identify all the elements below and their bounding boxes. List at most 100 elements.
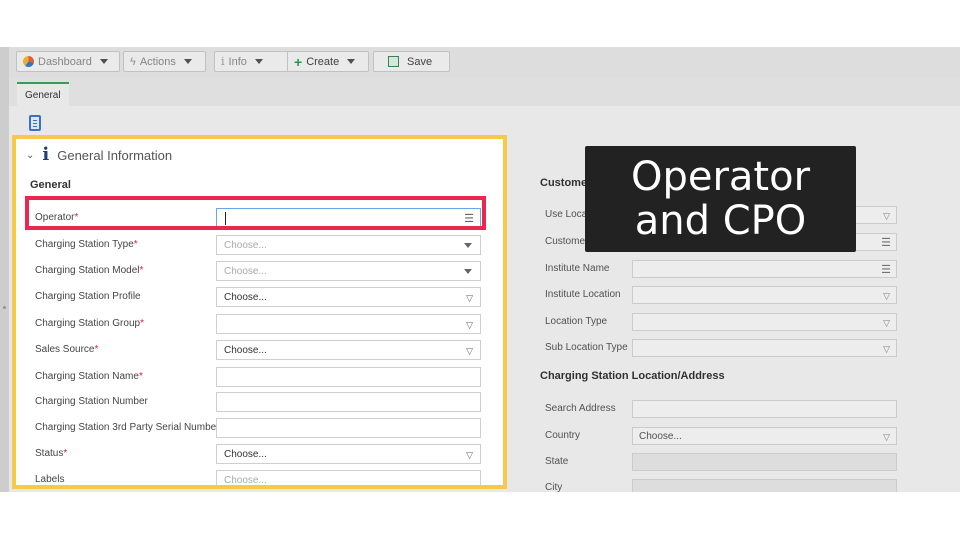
field-label: Country (545, 430, 581, 441)
field-label: Institute Name (545, 263, 610, 274)
form-row: State (545, 453, 897, 471)
section-header[interactable]: ⌄ i General Information (26, 144, 173, 165)
form-row: Charging Station Number (35, 392, 495, 412)
tab-general[interactable]: General (17, 82, 69, 106)
field-label: Location Type (545, 316, 608, 327)
form-row: Charging Station Profile Choose... ▽ (35, 287, 495, 307)
chevron-down-icon: ▽ (883, 318, 890, 328)
form-row: Search Address (545, 400, 897, 418)
save-button[interactable]: Save (373, 51, 450, 72)
field-label: Charging Station Number (35, 396, 148, 407)
chevron-down-icon[interactable]: ⌄ (26, 150, 34, 161)
field-label: Charging Station 3rd Party Serial Number (35, 422, 220, 433)
list-icon[interactable]: ☰ (881, 236, 891, 249)
form-row: Charging Station Group* ▽ (35, 314, 495, 334)
form-row: Institute Location ▽ (545, 286, 897, 304)
field-label: Sub Location Type (545, 342, 628, 353)
chevron-down-icon: ▽ (466, 346, 473, 356)
field-label: Charging Station Group* (35, 318, 144, 329)
callout-line-2: and CPO (634, 198, 807, 244)
form-row: Charging Station Model* Choose... (35, 261, 495, 281)
charging-station-name-input[interactable] (216, 367, 481, 387)
form-row: Institute Name ☰ (545, 260, 897, 278)
left-collapse-strip[interactable] (0, 47, 9, 492)
general-subheading: General (30, 179, 71, 191)
labels-select[interactable]: Choose... (216, 470, 481, 485)
form-row: Status* Choose... ▽ (35, 444, 495, 464)
field-label: Charging Station Profile (35, 291, 141, 302)
create-button[interactable]: + Create (287, 51, 369, 72)
address-heading: Charging Station Location/Address (540, 370, 725, 382)
form-row: Location Type ▽ (545, 313, 897, 331)
chevron-down-icon: ▽ (883, 344, 890, 354)
form-row: Sub Location Type ▽ (545, 339, 897, 357)
form-row: Charging Station Type* Choose... (35, 235, 495, 255)
list-icon[interactable]: ☰ (881, 263, 891, 276)
lightning-icon: ϟ (130, 55, 136, 68)
chevron-down-icon: ▽ (466, 320, 473, 330)
callout-caption: Operator and CPO (585, 146, 856, 252)
institute-name-lookup[interactable]: ☰ (632, 260, 897, 278)
charging-station-group-select[interactable]: ▽ (216, 314, 481, 334)
status-select[interactable]: Choose... ▽ (216, 444, 481, 464)
section-title: General Information (57, 147, 173, 163)
third-party-serial-input[interactable] (216, 418, 481, 438)
actions-label: Actions (139, 55, 176, 68)
actions-button[interactable]: ϟ Actions (123, 51, 206, 72)
chevron-down-icon: ▽ (466, 450, 473, 460)
chevron-down-icon: ▽ (466, 293, 473, 303)
chevron-down-icon (183, 59, 192, 64)
info-icon: i (42, 144, 50, 165)
callout-line-1: Operator (630, 154, 811, 200)
search-address-input[interactable] (632, 400, 897, 418)
charging-station-profile-select[interactable]: Choose... ▽ (216, 287, 481, 307)
country-select[interactable]: Choose... ▽ (632, 427, 897, 445)
field-label: Labels (35, 474, 65, 485)
field-label: Charging Station Name* (35, 371, 143, 382)
field-label: City (545, 482, 563, 492)
chevron-down-icon (99, 59, 108, 64)
plus-icon: + (294, 53, 303, 70)
form-row: Sales Source* Choose... ▽ (35, 340, 495, 360)
general-information-panel: ⌄ i General Information General Operator… (12, 135, 507, 489)
chevron-down-icon: ▽ (883, 291, 890, 301)
chevron-down-icon (254, 59, 263, 64)
charging-station-model-select[interactable]: Choose... (216, 261, 481, 281)
dashboard-button[interactable]: Dashboard (16, 51, 120, 72)
info-label: Info (228, 55, 247, 68)
field-label: State (545, 456, 569, 467)
location-type-select[interactable]: ▽ (632, 313, 897, 331)
save-icon (388, 56, 399, 67)
sales-source-select[interactable]: Choose... ▽ (216, 340, 481, 360)
tab-label: General (25, 89, 61, 101)
chevron-down-icon: ▽ (883, 432, 890, 442)
city-field (632, 479, 897, 492)
operator-highlight-box (25, 196, 486, 230)
info-button[interactable]: i Info (214, 51, 290, 72)
field-label: Charging Station Model* (35, 265, 144, 276)
document-icon[interactable] (29, 115, 41, 131)
field-label: Search Address (545, 403, 616, 414)
customer-location-section: Customer/Location Use Location From ▽ Cu… (540, 47, 960, 492)
sub-location-type-select[interactable]: ▽ (632, 339, 897, 357)
chevron-down-icon (464, 269, 472, 274)
collapse-handle-icon[interactable] (3, 306, 6, 309)
chevron-down-icon: ▽ (883, 211, 890, 221)
institute-location-select[interactable]: ▽ (632, 286, 897, 304)
field-label: Charging Station Type* (35, 239, 138, 250)
create-label: Create (306, 55, 340, 68)
form-row: Country Choose... ▽ (545, 427, 897, 445)
form-row: Labels Choose... (35, 470, 495, 485)
select-value: Choose... (639, 430, 682, 442)
charging-station-number-input[interactable] (216, 392, 481, 412)
form-row: Charging Station 3rd Party Serial Number (35, 418, 495, 438)
form-row: City (545, 479, 897, 492)
field-label: Institute Location (545, 289, 621, 300)
save-label: Save (407, 55, 433, 68)
charging-station-type-select[interactable]: Choose... (216, 235, 481, 255)
info-icon: i (221, 55, 225, 68)
dashboard-label: Dashboard (38, 55, 92, 68)
chevron-down-icon (347, 59, 356, 64)
state-field (632, 453, 897, 471)
pie-chart-icon (23, 56, 34, 67)
